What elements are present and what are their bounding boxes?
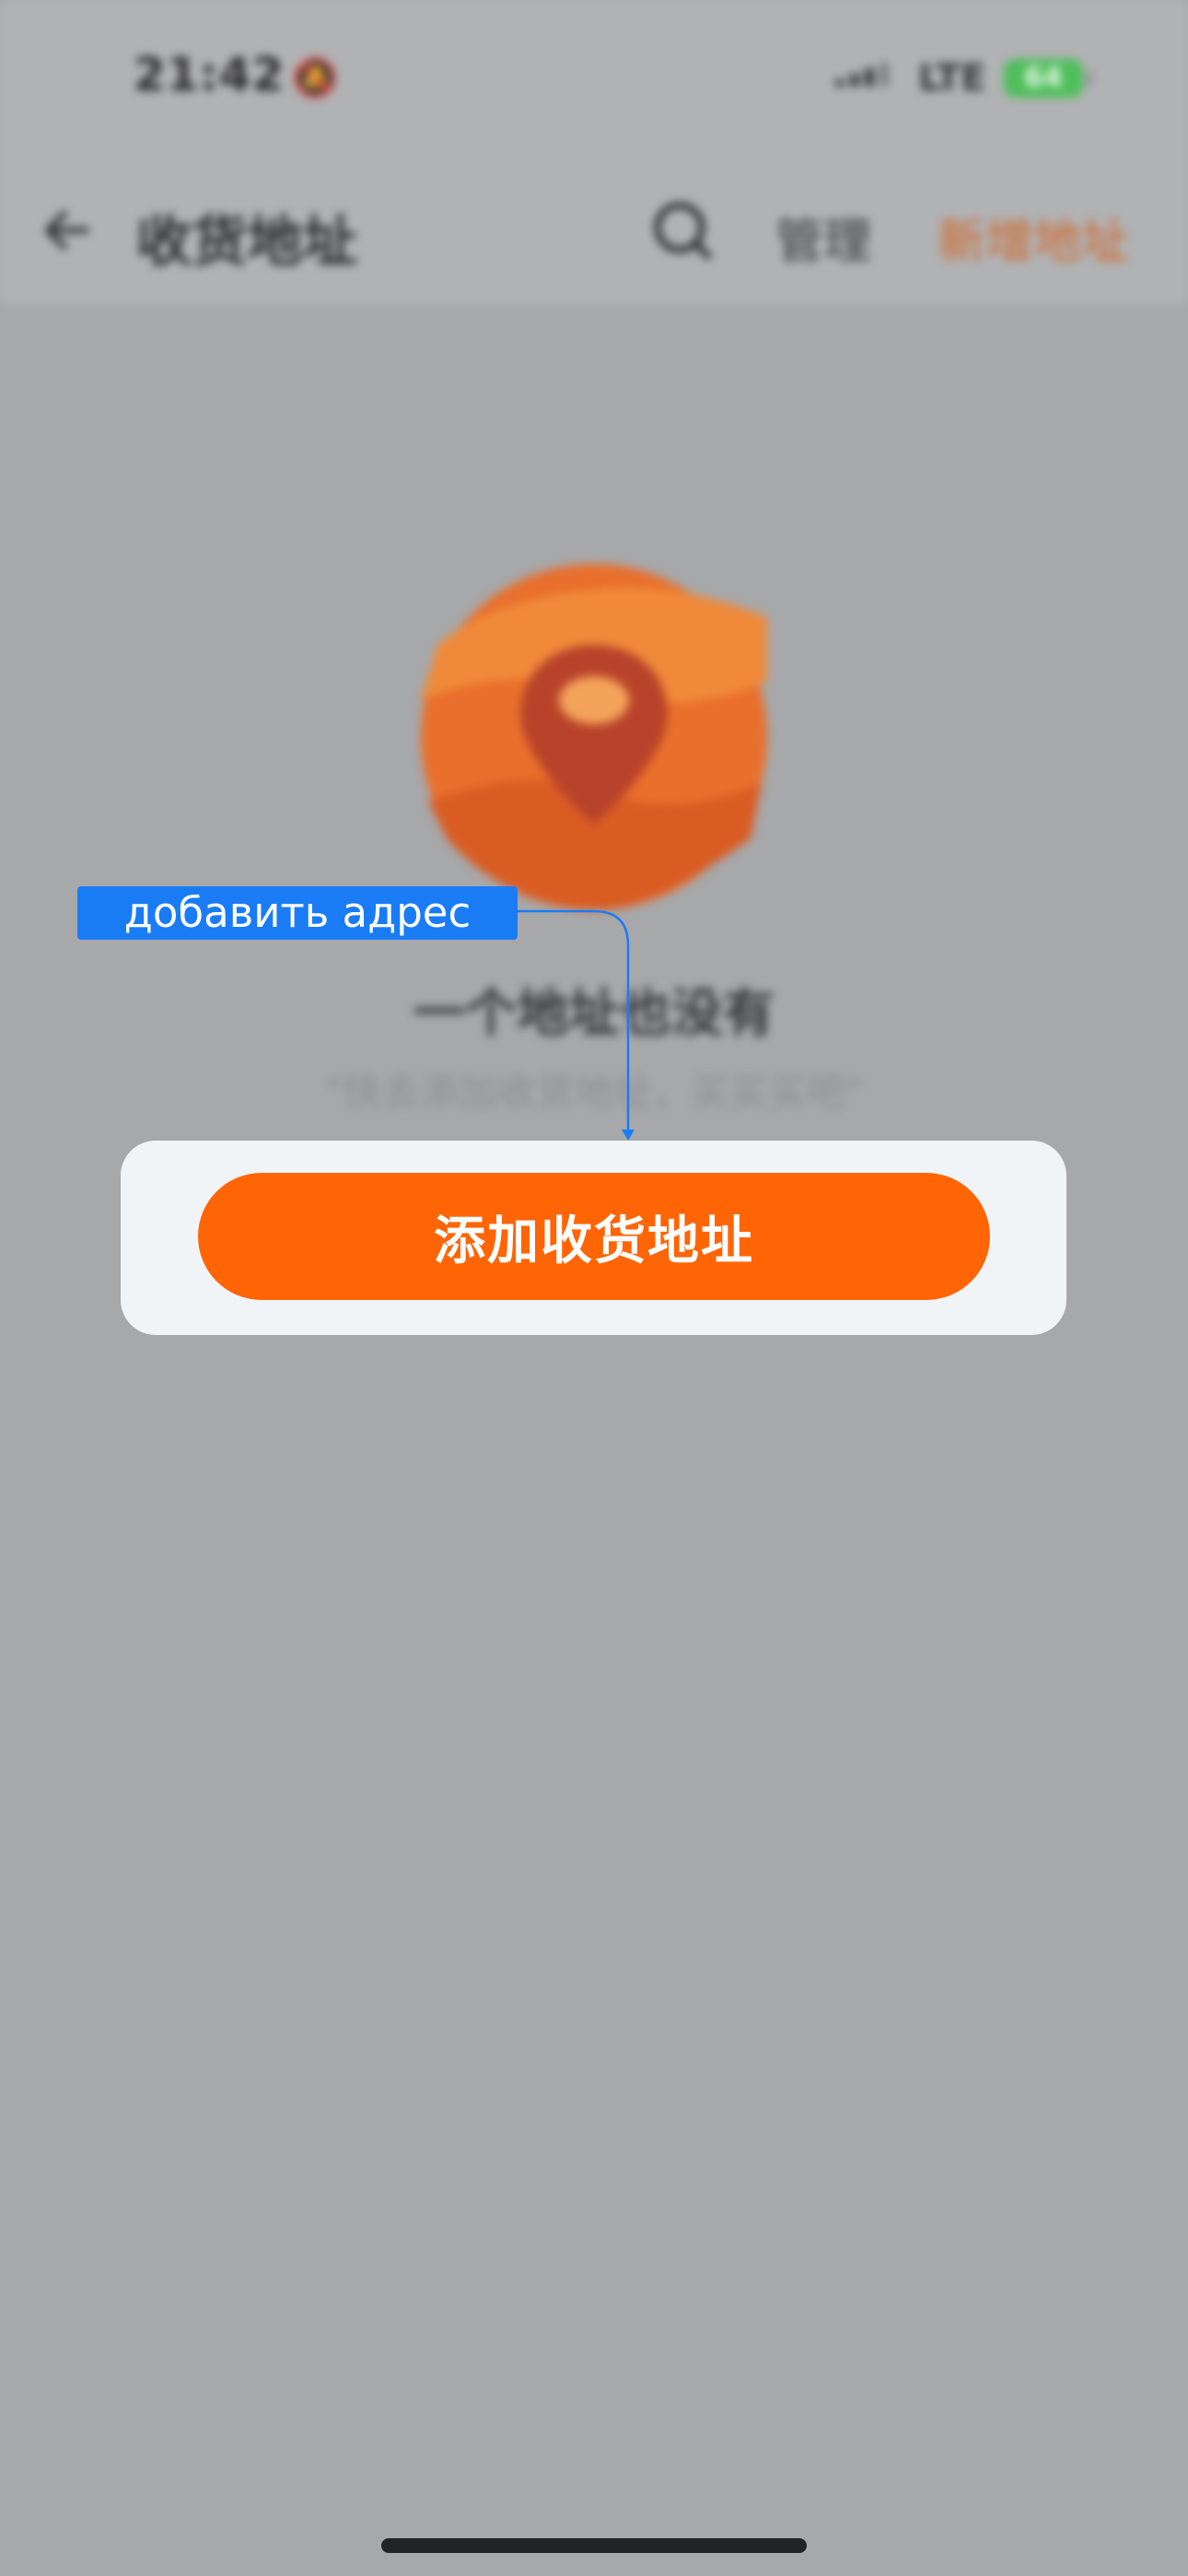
empty-state-title: 一个地址也没有 — [413, 984, 775, 1044]
status-bar: 21:42 🔕 LTE 64 — [0, 0, 1188, 157]
navigation-bar: 收货地址 管理 新增地址 — [0, 157, 1188, 304]
status-time-label: 21:42 — [134, 48, 285, 101]
empty-state-subtitle: "快去添加收货地址，买买买吧" — [324, 1070, 864, 1115]
signal-icon — [835, 63, 889, 87]
manage-button[interactable]: 管理 — [775, 203, 871, 272]
silent-bell-icon: 🔕 — [292, 57, 339, 100]
home-indicator[interactable] — [381, 2538, 807, 2553]
page-title: 收货地址 — [136, 210, 357, 275]
highlighted-action-card: 添加收货地址 — [121, 1141, 1066, 1335]
annotation-label: добавить адрес — [77, 886, 518, 940]
add-address-nav-button[interactable]: 新增地址 — [938, 203, 1129, 272]
back-arrow-icon[interactable] — [39, 203, 94, 258]
network-type: LTE — [918, 57, 986, 100]
add-address-button[interactable]: 添加收货地址 — [198, 1173, 990, 1300]
search-icon[interactable] — [649, 197, 716, 263]
status-time: 21:42 🔕 — [134, 48, 339, 101]
location-pin-illustration — [421, 564, 767, 911]
battery-icon: 64 — [1004, 59, 1092, 98]
